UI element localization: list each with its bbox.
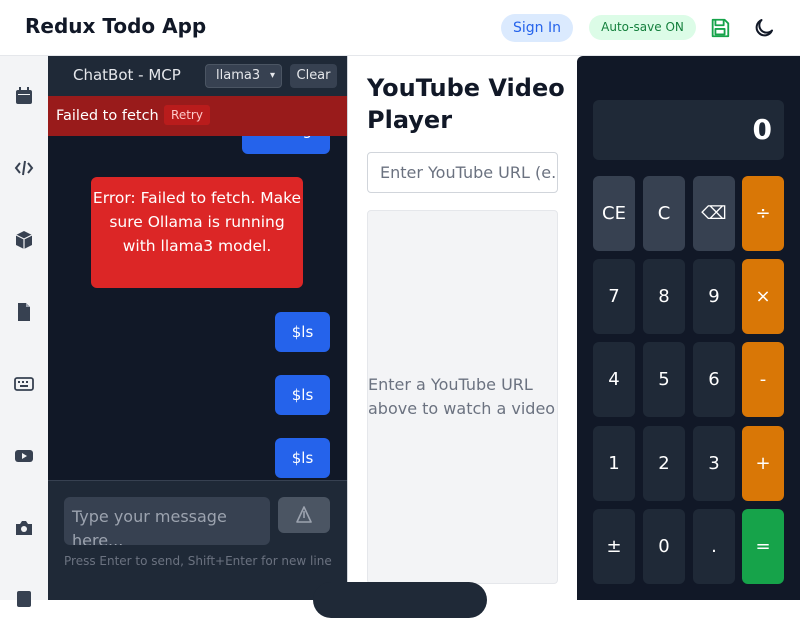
sign-in-button[interactable]: Sign In [501, 14, 573, 42]
chat-title: ChatBot - MCP [73, 66, 181, 84]
send-icon [296, 506, 312, 523]
user-message: $ls [275, 312, 330, 352]
app-header: Redux Todo App Sign In Auto-save ON [0, 0, 800, 56]
key-0[interactable]: 0 [643, 509, 685, 584]
youtube-url-input[interactable]: Enter YouTube URL (e.g. [367, 152, 558, 193]
sidebar [0, 56, 48, 607]
list-icon[interactable] [14, 588, 34, 608]
message-list[interactable]: testing Error: Failed to fetch. Make sur… [48, 96, 347, 480]
youtube-icon[interactable] [14, 446, 34, 466]
key-1[interactable]: 1 [593, 426, 635, 501]
chat-input-area: Type your message here... Press Enter to… [48, 480, 347, 600]
autosave-badge[interactable]: Auto-save ON [589, 15, 696, 40]
error-banner: Failed to fetch Retry [48, 96, 347, 136]
video-placeholder-text: Enter a YouTube URL above to watch a vid… [368, 375, 556, 418]
key-3[interactable]: 3 [693, 426, 735, 501]
chatbot-panel: ChatBot - MCP llama3 ▾ Clear Failed to f… [48, 56, 347, 600]
app-title: Redux Todo App [25, 14, 207, 38]
user-message: $ls [275, 438, 330, 478]
key-5[interactable]: 5 [643, 342, 685, 417]
model-select[interactable]: llama3 ▾ [205, 64, 282, 88]
youtube-title: YouTube Video Player [367, 74, 565, 134]
floating-dock[interactable] [313, 582, 487, 618]
key-backspace[interactable]: ⌫ [693, 176, 735, 251]
clear-button[interactable]: Clear [290, 64, 337, 88]
key-6[interactable]: 6 [693, 342, 735, 417]
chevron-down-icon: ▾ [269, 70, 275, 81]
calculator-panel: 0 CE C ⌫ ÷ 7 8 9 × 4 5 6 - 1 2 3 + ± 0 .… [577, 56, 800, 600]
user-message: $ls [275, 375, 330, 415]
document-icon[interactable] [14, 302, 34, 322]
calendar-icon[interactable] [14, 86, 34, 106]
key-clear[interactable]: C [643, 176, 685, 251]
save-icon[interactable] [709, 17, 731, 39]
key-2[interactable]: 2 [643, 426, 685, 501]
key-add[interactable]: + [742, 426, 784, 501]
camera-icon[interactable] [14, 518, 34, 538]
key-decimal[interactable]: . [693, 509, 735, 584]
key-clear-entry[interactable]: CE [593, 176, 635, 251]
key-4[interactable]: 4 [593, 342, 635, 417]
error-banner-text: Failed to fetch [56, 108, 159, 124]
youtube-panel: YouTube Video Player Enter YouTube URL (… [347, 56, 576, 600]
code-icon[interactable] [14, 158, 34, 178]
retry-button[interactable]: Retry [164, 105, 210, 125]
error-message: Error: Failed to fetch. Make sure Ollama… [91, 177, 303, 288]
message-input[interactable]: Type your message here... [64, 497, 270, 545]
key-equals[interactable]: = [742, 509, 784, 584]
key-subtract[interactable]: - [742, 342, 784, 417]
calculator-display: 0 [593, 100, 784, 160]
chat-header: ChatBot - MCP llama3 ▾ Clear [48, 56, 347, 96]
key-9[interactable]: 9 [693, 259, 735, 334]
key-8[interactable]: 8 [643, 259, 685, 334]
moon-icon[interactable] [752, 16, 776, 40]
send-button[interactable] [278, 497, 330, 533]
model-select-value: llama3 [216, 68, 261, 83]
key-divide[interactable]: ÷ [742, 176, 784, 251]
key-multiply[interactable]: × [742, 259, 784, 334]
keyboard-icon[interactable] [14, 374, 34, 394]
key-negate[interactable]: ± [593, 509, 635, 584]
cube-icon[interactable] [14, 230, 34, 250]
video-area: Enter a YouTube URL above to watch a vid… [367, 210, 558, 584]
key-7[interactable]: 7 [593, 259, 635, 334]
input-hint: Press Enter to send, Shift+Enter for new… [64, 554, 332, 568]
